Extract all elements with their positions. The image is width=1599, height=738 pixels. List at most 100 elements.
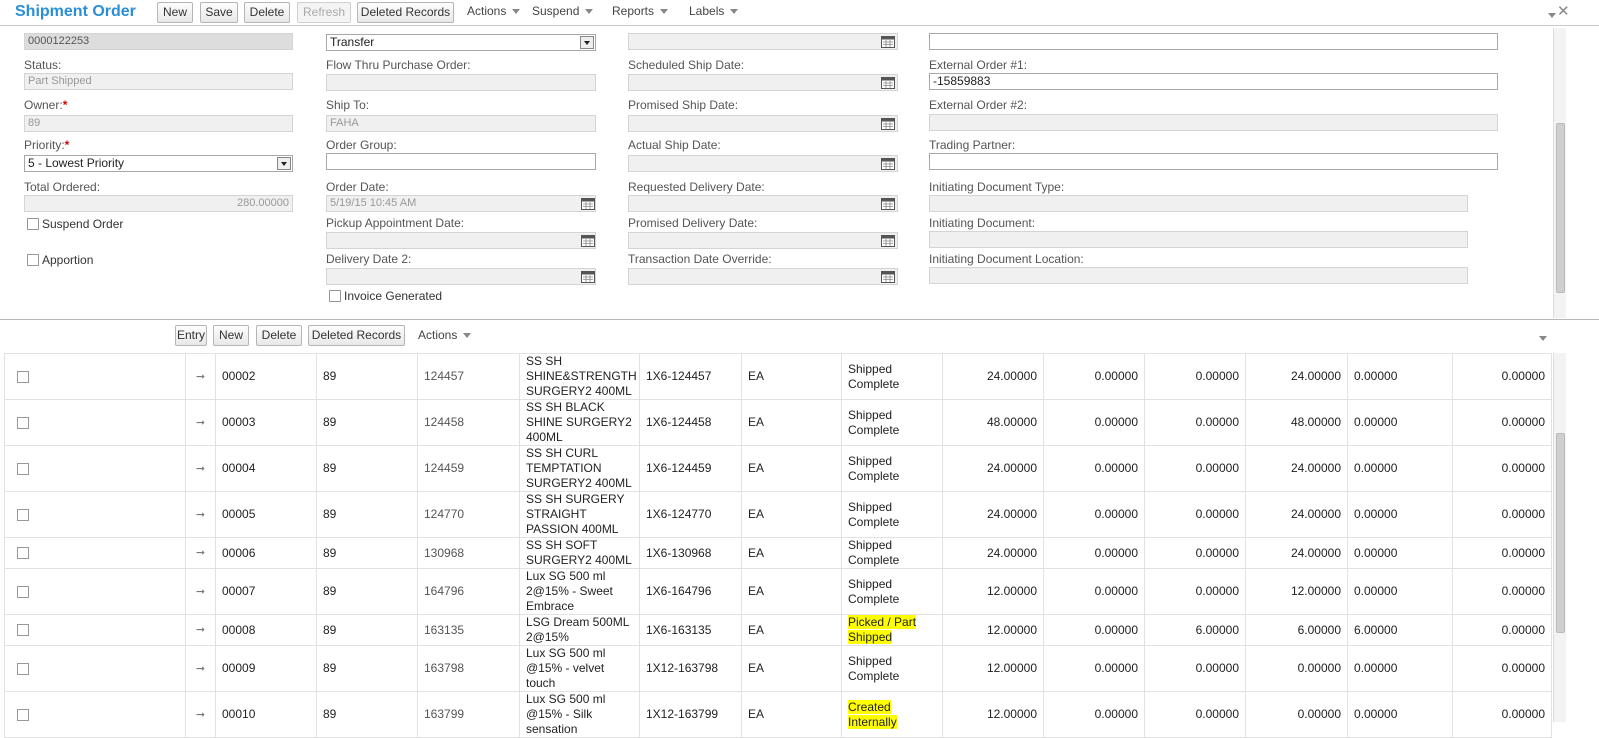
grid-scrollbar[interactable] [1553,353,1566,722]
open-row-icon[interactable]: ➞ [196,662,205,677]
table-row[interactable]: ➞ 00002 89 124457 SS SH SHINE&STRENGTH SURGE… [4,353,1552,400]
order-group-input[interactable] [326,153,596,170]
collapse-icon[interactable] [1548,8,1556,22]
row-checkbox[interactable] [17,462,29,475]
external-order-1-input[interactable]: -15859883 [929,73,1498,90]
grid-delete-button[interactable]: Delete [256,325,302,346]
open-row-icon[interactable]: ➞ [196,370,205,385]
new-button[interactable]: New [157,2,193,23]
calendar-icon[interactable] [881,234,895,247]
grid-scrollbar-thumb[interactable] [1556,433,1565,633]
calendar-icon[interactable] [581,270,595,283]
owner-cell: 89 [316,399,418,446]
table-row[interactable]: ➞ 00005 89 124770 SS SH SURGERY STRAIGHT PAS… [4,491,1552,538]
row-checkbox[interactable] [17,708,29,721]
owner-cell: 89 [316,537,418,569]
order-date-label: Order Date: [326,180,389,194]
deleted-records-button[interactable]: Deleted Records [357,2,454,23]
ordered-qty-cell: 12.00000 [942,645,1044,692]
open-row-icon[interactable]: ➞ [196,585,205,600]
row-checkbox[interactable] [17,662,29,675]
row-checkbox[interactable] [17,547,29,560]
ordered-qty-cell: 48.00000 [942,399,1044,446]
order-number-field[interactable]: 0000122253 [24,33,293,50]
grid-actions-menu[interactable]: Actions [418,327,472,343]
order-type-select[interactable]: Transfer [326,34,596,51]
calendar-icon[interactable] [881,76,895,89]
calendar-icon[interactable] [581,197,595,210]
calendar-icon[interactable] [881,157,895,170]
calendar-icon[interactable] [581,234,595,247]
row-checkbox[interactable] [17,508,29,521]
grid-collapse-icon[interactable] [1539,331,1547,345]
entry-button[interactable]: Entry [175,325,207,346]
open-row-icon[interactable]: ➞ [196,623,205,638]
pickup-appointment-label: Pickup Appointment Date: [326,216,465,230]
table-row[interactable]: ➞ 00008 89 163135 LSG Dream 500ML 2@15% 1X6-1… [4,614,1552,646]
open-row-icon[interactable]: ➞ [196,462,205,477]
row-checkbox[interactable] [17,416,29,429]
owner-cell: 89 [316,691,418,738]
invoice-generated-checkbox[interactable] [329,290,341,302]
pack-cell: 1X6-124459 [639,445,742,492]
suspend-order-checkbox[interactable] [27,218,39,230]
open-row-icon[interactable]: ➞ [196,416,205,431]
ordered-qty-cell: 12.00000 [942,691,1044,738]
initiating-document-location-field [929,267,1468,284]
table-row[interactable]: ➞ 00003 89 124458 SS SH BLACK SHINE SURGERY2… [4,399,1552,446]
table-row[interactable]: ➞ 00010 89 163799 Lux SG 500 ml @15% - Silk … [4,691,1552,738]
item-cell: 124458 [417,399,520,446]
priority-select[interactable]: 5 - Lowest Priority [24,155,293,172]
dropdown-arrow-icon[interactable] [277,157,291,170]
initiating-document-label: Initiating Document: [929,216,1036,230]
panel-splitter[interactable] [0,319,1599,320]
form-scrollbar[interactable] [1553,28,1566,318]
table-row[interactable]: ➞ 00009 89 163798 Lux SG 500 ml @15% - velve… [4,645,1552,692]
line-status-text: Shipped Complete [848,538,900,568]
dropdown-arrow-icon[interactable] [580,36,594,49]
qty-cell-2: 0.00000 [1043,645,1145,692]
open-row-icon[interactable]: ➞ [196,708,205,723]
open-row-icon[interactable]: ➞ [196,546,205,561]
actions-menu[interactable]: Actions [467,3,521,19]
trading-partner-label: Trading Partner: [929,138,1016,152]
trading-partner-input[interactable] [929,153,1498,170]
refresh-button[interactable]: Refresh [297,2,351,23]
ordered-qty-cell: 24.00000 [942,491,1044,538]
ordered-qty-cell: 24.00000 [942,537,1044,569]
row-checkbox[interactable] [17,370,29,383]
calendar-icon[interactable] [881,117,895,130]
labels-menu[interactable]: Labels [689,3,739,19]
top-text-input[interactable] [929,33,1498,50]
open-row-icon[interactable]: ➞ [196,508,205,523]
qty-cell-4: 12.00000 [1245,568,1348,615]
priority-select-value: 5 - Lowest Priority [28,156,125,170]
close-icon[interactable]: ✕ [1557,2,1570,20]
qty-cell-2: 0.00000 [1043,537,1145,569]
row-checkbox[interactable] [17,585,29,598]
table-row[interactable]: ➞ 00007 89 164796 Lux SG 500 ml 2@15% - Swee… [4,568,1552,615]
delete-button[interactable]: Delete [244,2,290,23]
grid-deleted-records-button[interactable]: Deleted Records [308,325,405,346]
form-scrollbar-thumb[interactable] [1556,123,1565,293]
suspend-menu[interactable]: Suspend [532,3,594,19]
table-row[interactable]: ➞ 00006 89 130968 SS SH SOFT SURGERY2 400ML 1… [4,537,1552,569]
calendar-icon[interactable] [881,270,895,283]
table-row[interactable]: ➞ 00004 89 124459 SS SH CURL TEMPTATION SURG… [4,445,1552,492]
qty-cell-6: 0.00000 [1452,537,1552,569]
grid-new-button[interactable]: New [213,325,249,346]
apportion-checkbox[interactable] [27,254,39,266]
reports-menu[interactable]: Reports [612,3,669,19]
save-button[interactable]: Save [200,2,238,23]
calendar-icon[interactable] [881,197,895,210]
qty-cell-4: 6.00000 [1245,614,1348,646]
row-checkbox[interactable] [17,624,29,637]
line-status-text: Shipped Complete [848,453,900,483]
qty-cell-2: 0.00000 [1043,445,1145,492]
line-number-cell: 00008 [215,614,317,646]
qty-cell-4: 24.00000 [1245,353,1348,400]
initiating-document-field [929,231,1468,248]
qty-cell-4: 24.00000 [1245,537,1348,569]
calendar-icon[interactable] [881,35,895,48]
top-toolbar: Shipment Order New Save Delete Refresh D… [0,0,1599,26]
